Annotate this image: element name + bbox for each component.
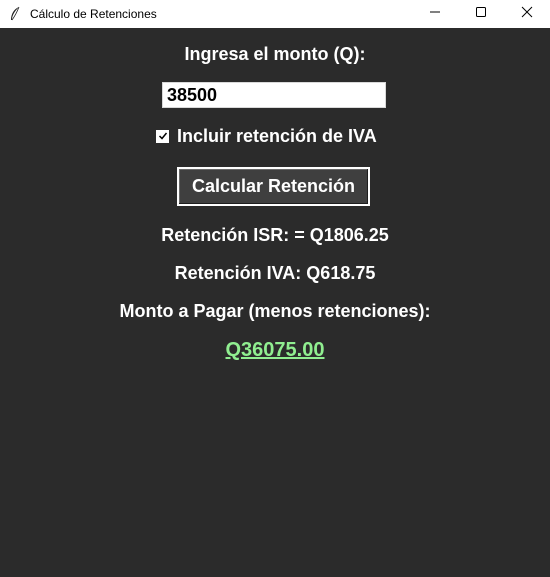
include-iva-row[interactable]: Incluir retención de IVA [156,125,377,147]
amount-prompt-label: Ingresa el monto (Q): [184,44,366,64]
minimize-button[interactable] [412,0,458,28]
window-title: Cálculo de Retenciones [30,7,157,21]
calculate-button[interactable]: Calcular Retención [177,167,370,206]
checkmark-icon [158,132,167,140]
include-iva-checkbox[interactable] [156,129,169,143]
include-iva-label: Incluir retención de IVA [177,125,377,146]
close-icon [521,5,533,23]
isr-result: Retención ISR: = Q1806.25 [161,225,389,245]
title-bar: Cálculo de Retenciones [0,0,550,28]
amount-input[interactable] [162,82,386,108]
feather-icon [8,6,22,22]
total-label: Monto a Pagar (menos retenciones): [119,301,431,321]
main-panel: Ingresa el monto (Q): Incluir retención … [0,28,550,577]
maximize-button[interactable] [458,0,504,28]
iva-result: Retención IVA: Q618.75 [174,263,376,283]
minimize-icon [429,5,441,23]
maximize-icon [475,5,487,23]
total-amount: Q36075.00 [225,339,325,361]
close-button[interactable] [504,0,550,28]
